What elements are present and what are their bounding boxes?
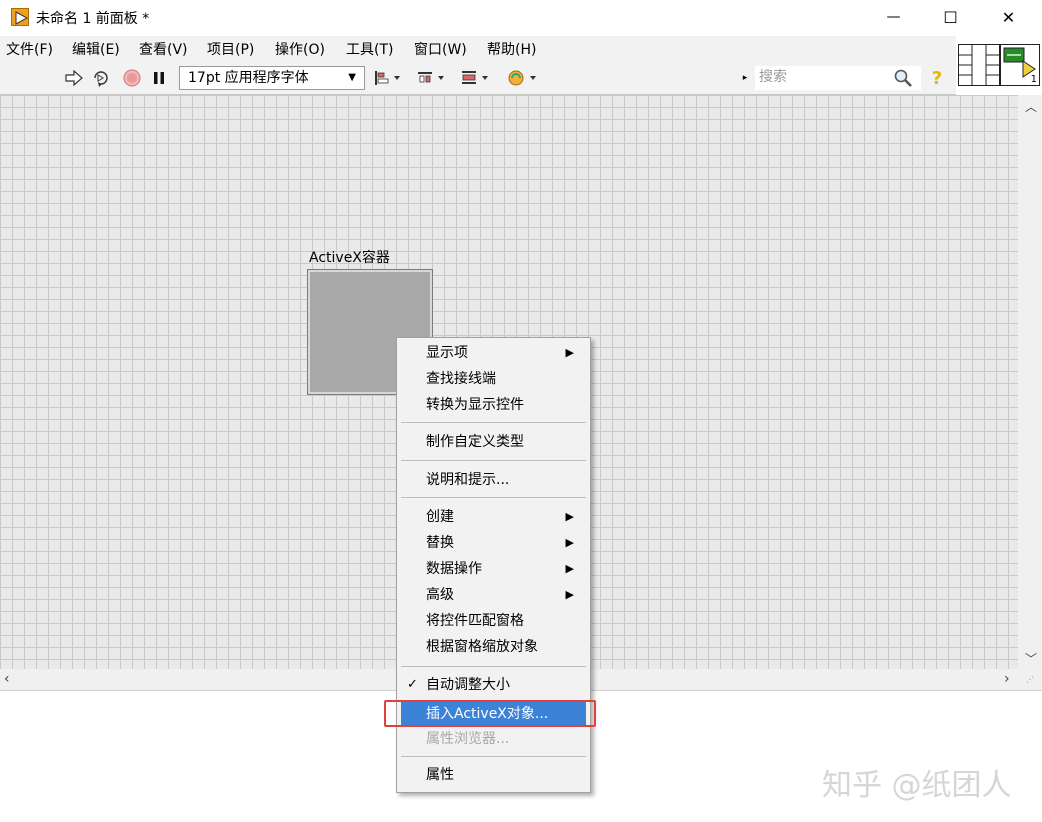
menu-edit[interactable]: 编辑(E) xyxy=(72,39,120,59)
toolbar: 17pt 应用程序字体 ▼ ▸ 搜索 ? xyxy=(0,60,956,95)
search-icon[interactable] xyxy=(892,67,914,89)
search-placeholder: 搜索 xyxy=(759,69,787,85)
menu-item-property-browser[interactable]: 属性浏览器... xyxy=(397,726,590,752)
menu-item-label: 转换为显示控件 xyxy=(426,397,524,413)
minimize-button[interactable]: — xyxy=(865,0,922,34)
scroll-down-icon[interactable]: ﹀ xyxy=(1025,650,1037,667)
reorder-icon[interactable] xyxy=(506,67,540,89)
menu-item-label: 高级 xyxy=(426,587,454,603)
submenu-arrow-icon: ▶ xyxy=(565,536,574,549)
run-arrow-icon[interactable] xyxy=(64,67,84,89)
submenu-arrow-icon: ▶ xyxy=(565,588,574,601)
maximize-icon: ☐ xyxy=(943,7,958,27)
maximize-button[interactable]: ☐ xyxy=(922,0,979,34)
menu-file[interactable]: 文件(F) xyxy=(6,39,53,59)
search-expand-icon[interactable]: ▸ xyxy=(740,67,750,89)
title-bar: 未命名 1 前面板 * — ☐ ✕ xyxy=(0,0,1042,34)
menu-item-advanced[interactable]: 高级 ▶ xyxy=(397,582,590,608)
vertical-scrollbar[interactable]: ︿ ﹀ xyxy=(1018,95,1042,669)
menu-separator xyxy=(401,460,586,461)
activex-container-label: ActiveX容器 xyxy=(309,250,390,266)
menu-separator xyxy=(401,756,586,757)
menu-item-display-items[interactable]: 显示项 ▶ xyxy=(397,340,590,366)
run-continuously-icon[interactable] xyxy=(90,67,112,89)
menu-operate[interactable]: 操作(O) xyxy=(275,39,325,59)
pause-icon[interactable] xyxy=(150,67,168,89)
menu-bar: 文件(F) 编辑(E) 查看(V) 项目(P) 操作(O) 工具(T) 窗口(W… xyxy=(0,36,956,60)
align-objects-icon[interactable] xyxy=(372,67,404,89)
close-button[interactable]: ✕ xyxy=(980,0,1037,34)
font-selector[interactable]: 17pt 应用程序字体 ▼ xyxy=(179,66,365,90)
menu-item-label: 制作自定义类型 xyxy=(426,434,524,450)
menu-item-replace[interactable]: 替换 ▶ xyxy=(397,530,590,556)
minimize-icon: — xyxy=(886,9,901,25)
menu-separator xyxy=(401,422,586,423)
panel-icons: 1 xyxy=(956,40,1042,94)
scroll-left-icon[interactable]: ‹ xyxy=(4,671,10,687)
menu-item-scale-with-pane[interactable]: 根据窗格缩放对象 xyxy=(397,634,590,660)
menu-item-label: 替换 xyxy=(426,535,454,551)
scroll-right-icon[interactable]: › xyxy=(1004,671,1010,687)
menu-item-label: 创建 xyxy=(426,509,454,525)
submenu-arrow-icon: ▶ xyxy=(565,562,574,575)
close-icon: ✕ xyxy=(1001,7,1016,27)
annotation-highlight-box xyxy=(384,700,596,727)
menu-item-label: 查找接线端 xyxy=(426,371,496,387)
menu-separator xyxy=(401,666,586,667)
submenu-arrow-icon: ▶ xyxy=(565,510,574,523)
menu-item-label: 属性浏览器... xyxy=(426,731,510,747)
menu-item-label: 属性 xyxy=(426,767,454,783)
menu-window[interactable]: 窗口(W) xyxy=(414,39,467,59)
window-title: 未命名 1 前面板 * xyxy=(36,11,150,27)
scroll-up-icon[interactable]: ︿ xyxy=(1025,98,1037,115)
vi-icon-number: 1 xyxy=(1030,74,1037,85)
menu-separator xyxy=(401,497,586,498)
menu-item-make-type-def[interactable]: 制作自定义类型 xyxy=(397,429,590,455)
menu-item-label: 显示项 xyxy=(426,345,468,361)
vi-icon[interactable]: 1 xyxy=(1000,44,1040,86)
watermark: 知乎 @纸团人 xyxy=(822,768,1012,803)
resize-grip-icon[interactable]: ⋰ xyxy=(1026,675,1034,684)
menu-item-change-to-indicator[interactable]: 转换为显示控件 xyxy=(397,392,590,418)
connector-pane-icon[interactable] xyxy=(958,44,1000,86)
menu-tools[interactable]: 工具(T) xyxy=(346,39,393,59)
menu-item-properties[interactable]: 属性 xyxy=(397,762,590,788)
abort-icon[interactable] xyxy=(122,67,142,89)
menu-item-label: 数据操作 xyxy=(426,561,482,577)
resize-objects-icon[interactable] xyxy=(460,67,492,89)
menu-item-auto-size[interactable]: ✓ 自动调整大小 xyxy=(397,672,590,698)
help-icon[interactable]: ? xyxy=(928,67,946,89)
menu-view[interactable]: 查看(V) xyxy=(139,39,188,59)
menu-item-find-terminal[interactable]: 查找接线端 xyxy=(397,366,590,392)
chevron-down-icon: ▼ xyxy=(348,72,356,83)
distribute-objects-icon[interactable] xyxy=(416,67,448,89)
menu-item-label: 根据窗格缩放对象 xyxy=(426,639,538,655)
menu-project[interactable]: 项目(P) xyxy=(207,39,254,59)
menu-item-label: 自动调整大小 xyxy=(426,677,510,693)
labview-app-icon xyxy=(11,8,29,26)
menu-help[interactable]: 帮助(H) xyxy=(487,39,536,59)
menu-item-create[interactable]: 创建 ▶ xyxy=(397,504,590,530)
checkmark-icon: ✓ xyxy=(407,677,418,692)
font-selector-value: 17pt 应用程序字体 xyxy=(188,70,309,86)
menu-item-fit-control-to-pane[interactable]: 将控件匹配窗格 xyxy=(397,608,590,634)
submenu-arrow-icon: ▶ xyxy=(565,346,574,359)
menu-item-description-tip[interactable]: 说明和提示... xyxy=(397,467,590,493)
menu-item-label: 将控件匹配窗格 xyxy=(426,613,524,629)
menu-item-label: 说明和提示... xyxy=(426,472,510,488)
menu-item-data-operations[interactable]: 数据操作 ▶ xyxy=(397,556,590,582)
